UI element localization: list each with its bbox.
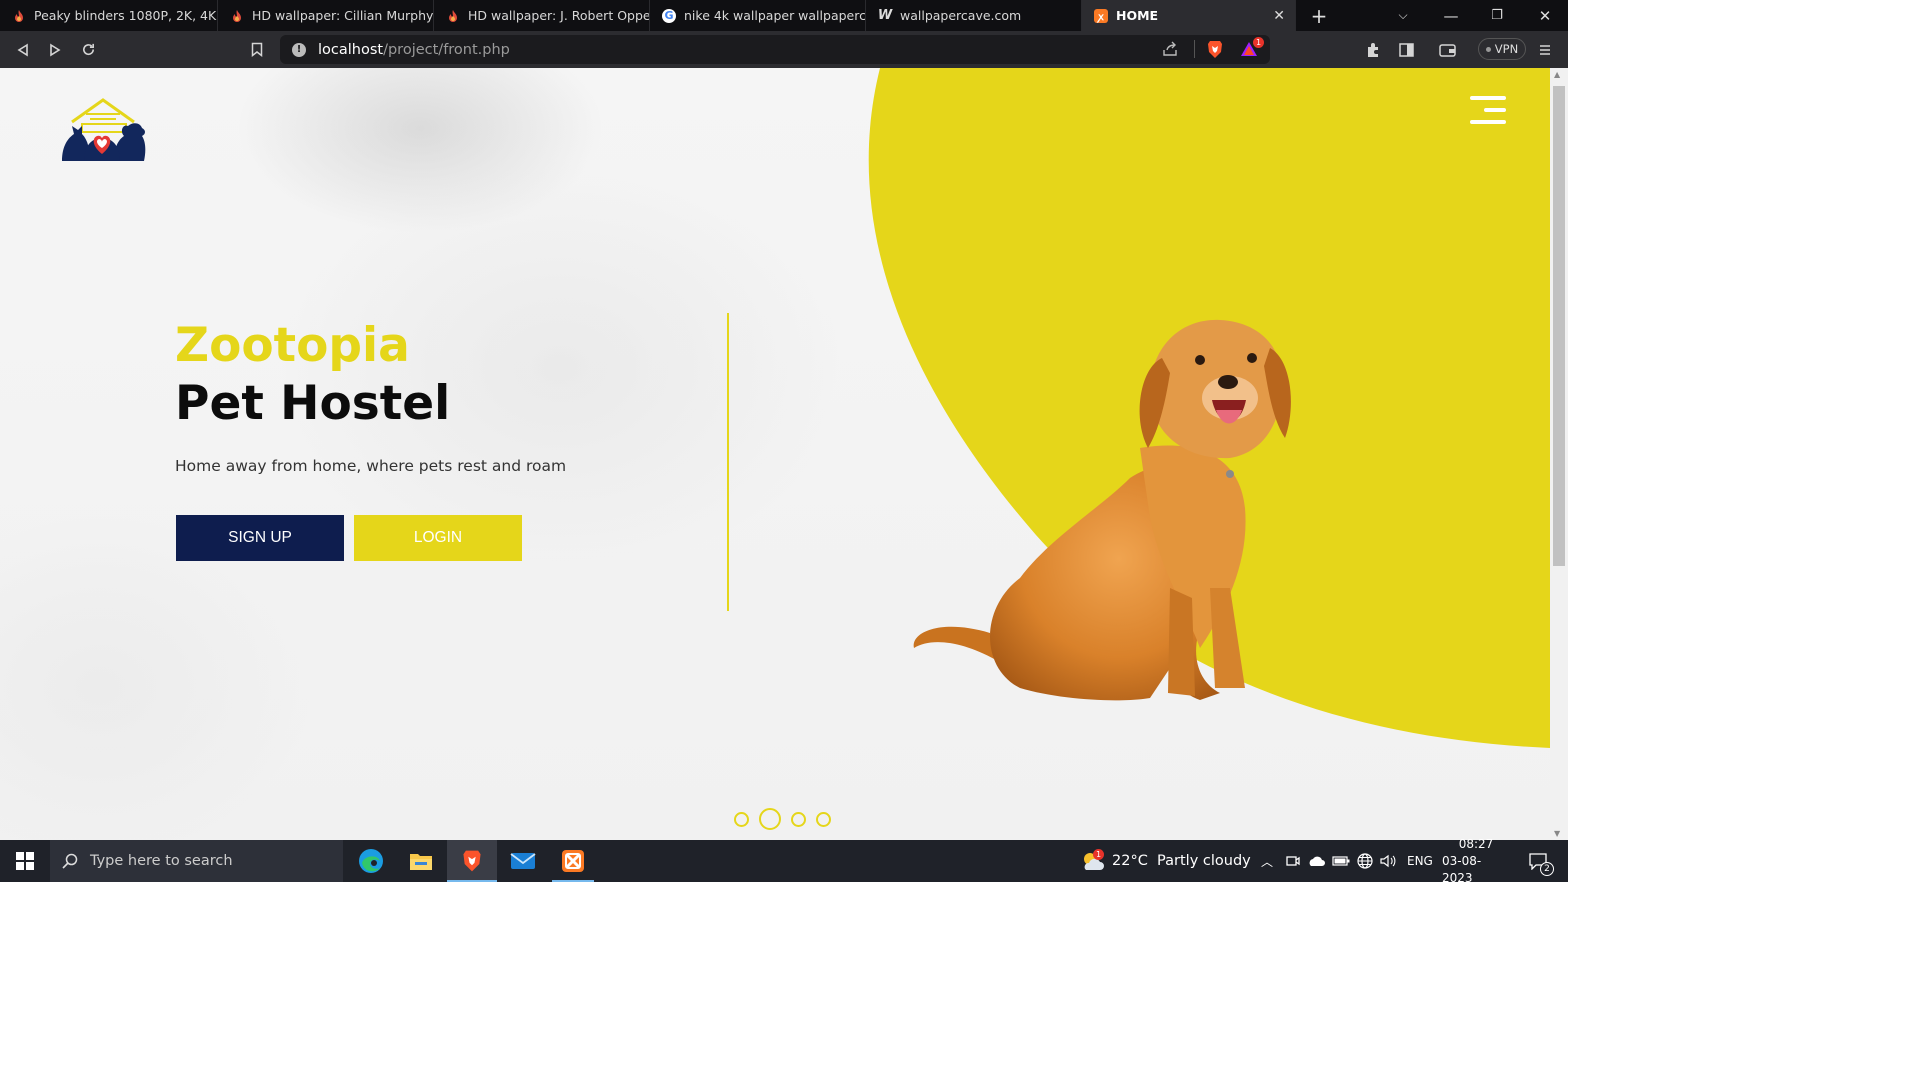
weather-icon[interactable] [1078, 840, 1108, 882]
scrollbar-thumb[interactable] [1553, 86, 1565, 566]
address-bar[interactable]: ! localhost/project/front.php 1 [280, 35, 1270, 64]
login-button[interactable]: LOGIN [354, 515, 522, 561]
tab-search-chevron-icon[interactable]: ⌵ [1380, 0, 1426, 31]
tab-title: HD wallpaper: Cillian Murphy, Pe [252, 8, 434, 23]
slide-dot-2-active[interactable] [759, 808, 781, 830]
back-button[interactable] [8, 31, 38, 68]
windows-taskbar: Type here to search 1 22°C Partly cloudy… [0, 837, 1568, 885]
battery-icon[interactable] [1330, 840, 1352, 882]
url-divider [1194, 40, 1195, 58]
tab-oppenheimer[interactable]: HD wallpaper: J. Robert Oppenhe [434, 0, 650, 31]
hero-tagline: Home away from home, where pets rest and… [175, 457, 567, 475]
brave-shields-icon[interactable] [1206, 40, 1224, 63]
google-favicon-icon: G [662, 8, 676, 23]
weather-text[interactable]: 22°C Partly cloudy [1112, 840, 1251, 882]
slider-pagination [734, 808, 831, 830]
hamburger-menu-button[interactable] [1466, 96, 1506, 128]
tab-title: HOME [1116, 8, 1159, 23]
vpn-label: VPN [1494, 42, 1519, 56]
forward-button[interactable] [40, 31, 70, 68]
brave-active-indicator [447, 880, 497, 882]
tab-wallpapercave[interactable]: W wallpapercave.com [866, 0, 1082, 31]
clock[interactable]: 08:27 03-08-2023 [1442, 837, 1510, 885]
vpn-status-dot [1485, 46, 1491, 52]
network-globe-icon[interactable] [1354, 840, 1376, 882]
tab-title: HD wallpaper: J. Robert Oppenhe [468, 8, 650, 23]
taskbar-search-box[interactable]: Type here to search [50, 840, 343, 882]
language-indicator[interactable]: ENG [1407, 840, 1433, 882]
tab-peaky-blinders[interactable]: Peaky blinders 1080P, 2K, 4K, 5K [0, 0, 218, 31]
search-placeholder: Type here to search [90, 853, 233, 869]
close-tab-icon[interactable]: ✕ [1273, 8, 1285, 24]
web-page: Zootopia Pet Hostel Home away from home,… [0, 68, 1550, 840]
edge-browser-icon[interactable] [350, 840, 392, 882]
meet-now-icon[interactable] [1282, 840, 1304, 882]
menu-icon[interactable] [1530, 31, 1560, 68]
onedrive-icon[interactable] [1305, 840, 1327, 882]
tab-cillian-murphy[interactable]: HD wallpaper: Cillian Murphy, Pe [218, 0, 434, 31]
xampp-active-indicator [552, 880, 594, 882]
tab-title: nike 4k wallpaper wallpapercave [684, 8, 866, 23]
slide-dot-3[interactable] [791, 811, 806, 827]
url-path: /project/front.php [383, 41, 510, 58]
close-window-button[interactable]: ✕ [1522, 0, 1568, 31]
site-logo[interactable] [60, 96, 150, 162]
menu-line [1484, 108, 1506, 112]
weather-badge: 1 [1093, 849, 1104, 860]
clock-time: 08:27 [1458, 836, 1494, 851]
clock-date: 03-08-2023 [1442, 853, 1482, 885]
notifications-count: 2 [1540, 862, 1554, 876]
page-scrollbar[interactable]: ▲ ▼ [1550, 68, 1568, 840]
mail-icon[interactable] [500, 840, 545, 882]
flame-favicon-icon [12, 9, 26, 23]
windows-start-button[interactable] [0, 840, 50, 882]
site-info-icon[interactable]: ! [292, 42, 306, 57]
notifications-icon[interactable]: 2 [1518, 840, 1558, 882]
golden-retriever-image [913, 319, 1291, 701]
scroll-up-arrow-icon[interactable]: ▲ [1554, 70, 1560, 79]
brave-taskbar-icon[interactable] [447, 840, 497, 882]
divider-line [727, 313, 729, 611]
slide-dot-4[interactable] [816, 811, 831, 827]
tab-strip: Peaky blinders 1080P, 2K, 4K, 5K HD wall… [0, 0, 1568, 31]
reload-button[interactable] [73, 31, 103, 68]
wallet-icon[interactable] [1432, 31, 1462, 68]
restore-button[interactable]: ❐ [1474, 0, 1520, 31]
volume-icon[interactable] [1377, 840, 1399, 882]
scroll-down-arrow-icon[interactable]: ▼ [1554, 829, 1560, 838]
xampp-taskbar-icon[interactable] [550, 840, 596, 882]
minimize-button[interactable]: — [1428, 0, 1474, 31]
menu-line [1470, 120, 1506, 124]
search-icon [62, 853, 78, 869]
tab-home[interactable]: ꭗ HOME ✕ [1082, 0, 1296, 31]
flame-favicon-icon [230, 9, 244, 23]
tab-title: Peaky blinders 1080P, 2K, 4K, 5K [34, 8, 217, 23]
file-explorer-icon[interactable] [400, 840, 442, 882]
w-favicon-icon: W [877, 8, 893, 23]
browser-toolbar: ! localhost/project/front.php 1 VPN [0, 31, 1568, 68]
menu-line [1470, 96, 1506, 100]
new-tab-button[interactable]: + [1296, 0, 1342, 31]
bookmark-icon[interactable] [242, 31, 272, 68]
rewards-badge: 1 [1253, 37, 1264, 48]
flame-favicon-icon [446, 9, 460, 23]
hero-headline: Pet Hostel [175, 376, 451, 431]
xampp-favicon-icon: ꭗ [1094, 8, 1108, 23]
signup-button[interactable]: SIGN UP [176, 515, 344, 561]
slide-dot-1[interactable] [734, 811, 749, 827]
tab-nike-wallpaper[interactable]: G nike 4k wallpaper wallpapercave [650, 0, 866, 31]
share-icon[interactable] [1162, 41, 1178, 61]
url-host: localhost [318, 41, 384, 58]
tab-title: wallpapercave.com [900, 8, 1022, 23]
vpn-button[interactable]: VPN [1478, 38, 1526, 60]
brand-title: Zootopia [175, 318, 410, 373]
show-hidden-icons-chevron-icon[interactable]: ︿ [1256, 840, 1278, 882]
sidebar-icon[interactable] [1391, 31, 1421, 68]
extensions-icon[interactable] [1358, 31, 1388, 68]
